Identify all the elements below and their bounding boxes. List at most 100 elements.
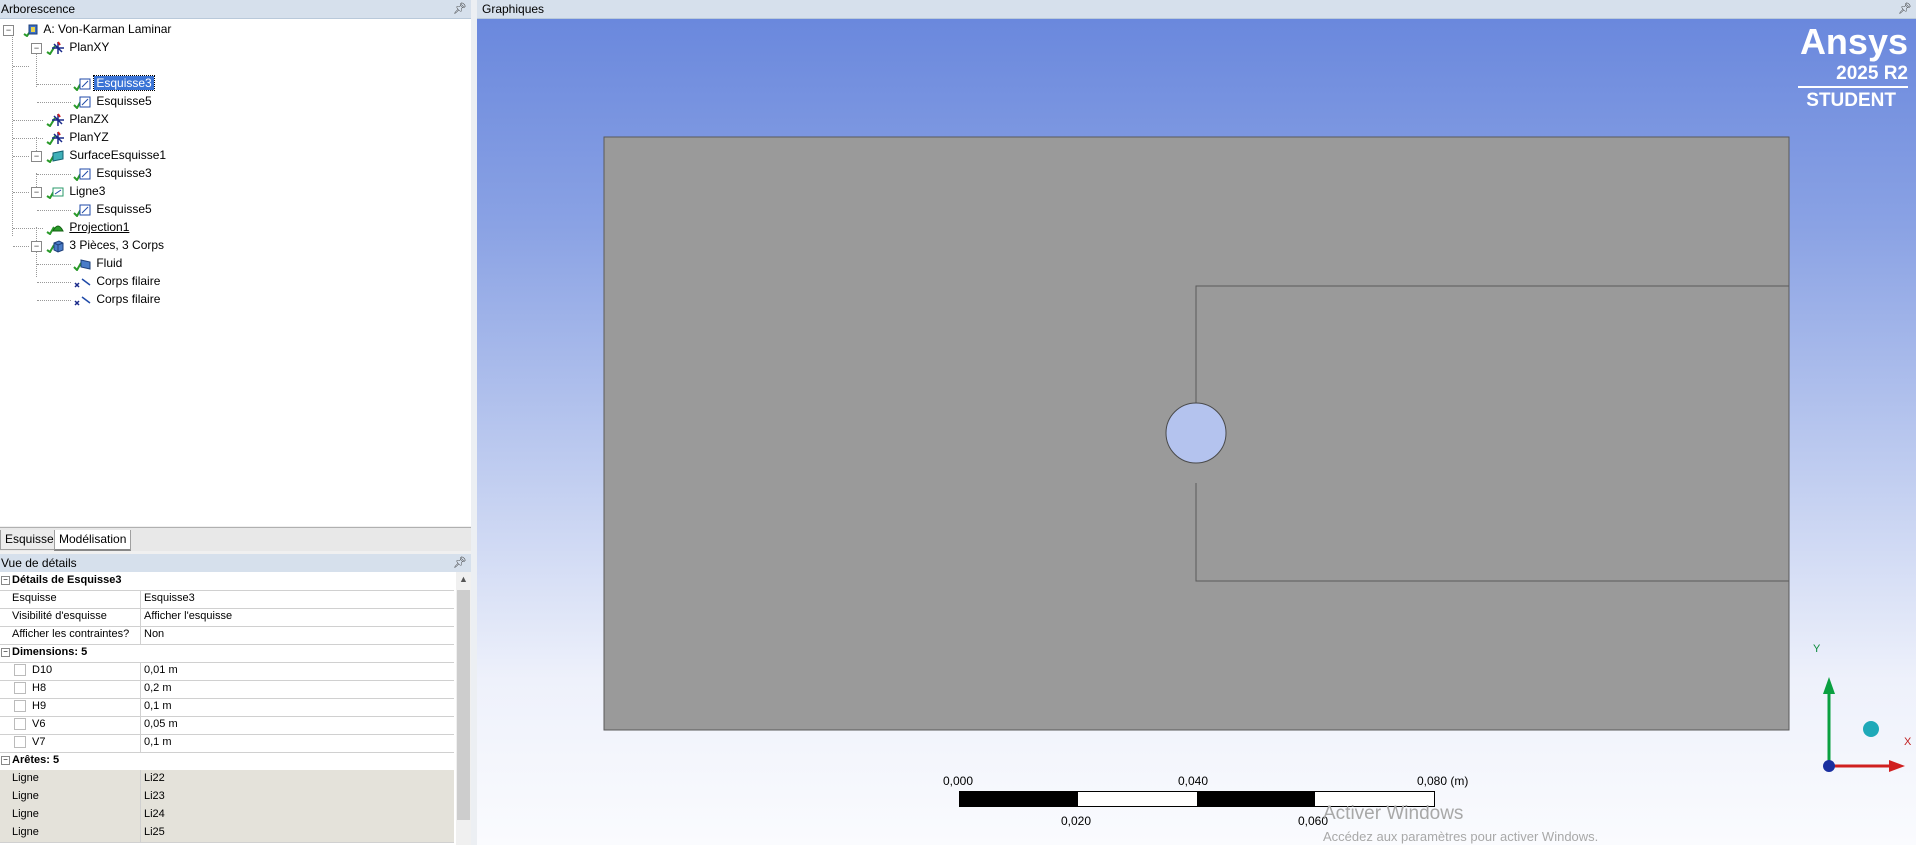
details-group[interactable]: − Arêtes: 5	[0, 752, 454, 771]
sketch-icon	[73, 168, 91, 181]
tree-label: Corps filaire	[96, 292, 161, 306]
tree-label: 3 Pièces, 3 Corps	[69, 238, 165, 252]
sketch-icon	[73, 204, 91, 217]
scale-label: 0,040	[1178, 774, 1209, 788]
tree-item-planxy[interactable]: PlanXY	[46, 38, 111, 56]
tree-label: Esquisse5	[96, 202, 152, 216]
collapse-icon[interactable]: −	[1, 648, 10, 657]
property-name: H9	[12, 698, 141, 716]
tree-expander[interactable]: −	[31, 241, 42, 252]
dimension-name: H9	[32, 700, 47, 712]
tab-label: Esquisse	[5, 532, 54, 546]
plane-icon	[46, 41, 64, 55]
tree-label: Projection1	[69, 220, 130, 234]
details-row[interactable]: H9 0,1 m	[0, 698, 454, 717]
parameter-checkbox[interactable]	[14, 664, 26, 677]
solid-body-icon	[73, 259, 91, 271]
property-name: V7	[12, 734, 141, 752]
tree-label: SurfaceEsquisse1	[69, 148, 167, 162]
parts-icon	[46, 240, 64, 253]
graphics-panel-title-text: Graphiques	[482, 2, 545, 16]
tree-item-ligne3[interactable]: Ligne3	[46, 182, 107, 200]
details-row[interactable]: Ligne Li24	[0, 806, 454, 825]
details-row[interactable]: V6 0,05 m	[0, 716, 454, 735]
property-value[interactable]: 0,1 m	[144, 734, 172, 751]
pin-icon[interactable]: 📌︎	[453, 0, 467, 18]
property-name: Visibilité d'esquisse	[12, 608, 141, 626]
plane-icon	[46, 131, 64, 145]
tree-item-esquisse3-b[interactable]: Esquisse3	[73, 164, 154, 182]
details-row[interactable]: Ligne Li25	[0, 824, 454, 843]
tab-esquisse[interactable]: Esquisse	[0, 530, 59, 550]
details-scrollbar[interactable]: ▲	[456, 572, 471, 845]
tree-item-wire-body-2[interactable]: Corps filaire	[73, 290, 162, 308]
tree-item-esquisse3[interactable]: Esquisse3	[73, 74, 155, 92]
tab-modelisation[interactable]: Modélisation	[54, 530, 132, 551]
property-value: Non	[144, 628, 165, 640]
tree-item-parts[interactable]: 3 Pièces, 3 Corps	[46, 236, 166, 254]
scale-label: 0,000	[943, 774, 974, 788]
collapse-icon[interactable]: −	[1, 756, 10, 765]
parameter-checkbox[interactable]	[14, 736, 26, 749]
property-value[interactable]: 0,1 m	[144, 698, 172, 715]
tree-item-planyz[interactable]: PlanYZ	[46, 128, 111, 146]
dimension-name: H8	[32, 682, 47, 694]
property-value: Li24	[144, 808, 165, 820]
tree-item-fluid[interactable]: Fluid	[73, 254, 124, 272]
property-name: Ligne	[12, 788, 141, 806]
details-row[interactable]: Esquisse Esquisse3	[0, 590, 454, 609]
property-value[interactable]: 0,2 m	[144, 680, 172, 697]
property-value[interactable]: 0,05 m	[144, 716, 178, 733]
parameter-checkbox[interactable]	[14, 718, 26, 731]
collapse-icon[interactable]: −	[1, 576, 10, 585]
details-panel-title-text: Vue de détails	[1, 556, 77, 570]
details-row[interactable]: D10 0,01 m	[0, 662, 454, 681]
property-value: Li22	[144, 772, 165, 784]
details-row[interactable]: Ligne Li22	[0, 770, 454, 789]
tree-item-esquisse5-b[interactable]: Esquisse5	[73, 200, 154, 218]
details-panel-title: Vue de détails 📌︎	[0, 554, 471, 573]
details-group[interactable]: − Détails de Esquisse3	[0, 572, 454, 591]
details-row[interactable]: V7 0,1 m	[0, 734, 454, 753]
pin-icon[interactable]: 📌︎	[1898, 0, 1912, 18]
tree-item-planzx[interactable]: PlanZX	[46, 110, 111, 128]
parameter-checkbox[interactable]	[14, 700, 26, 713]
details-row[interactable]: Ligne Li23	[0, 788, 454, 807]
parameter-checkbox[interactable]	[14, 682, 26, 695]
tree-label: PlanYZ	[69, 130, 109, 144]
tree-item-project[interactable]: A: Von-Karman Laminar	[20, 20, 173, 38]
tree-outline: − A: Von-Karman Laminar − PlanXY Esquiss…	[0, 19, 471, 526]
group-title: Dimensions: 5	[12, 646, 88, 658]
tree-expander[interactable]: −	[31, 187, 42, 198]
details-grid: − Détails de Esquisse3 Esquisse Esquisse…	[0, 572, 471, 845]
mode-tabs: Esquisse Modélisation	[0, 527, 471, 551]
details-group[interactable]: − Dimensions: 5	[0, 644, 454, 663]
scale-label: 0,020	[1061, 814, 1092, 828]
tree-expander[interactable]: −	[3, 25, 14, 36]
tree-expander[interactable]: −	[31, 151, 42, 162]
property-name: Ligne	[12, 806, 141, 824]
tree-panel-title: Arborescence 📌︎	[0, 0, 471, 19]
details-row[interactable]: H8 0,2 m	[0, 680, 454, 699]
graphics-viewport[interactable]: Ansys 2025 R2 STUDENT 0,000 0,040 0,080 …	[477, 19, 1916, 845]
details-row[interactable]: Visibilité d'esquisse Afficher l'esquiss…	[0, 608, 454, 627]
tree-item-projection1[interactable]: Projection1	[46, 218, 131, 236]
details-row[interactable]: Afficher les contraintes? Non	[0, 626, 454, 645]
geometry-canvas	[603, 136, 1790, 731]
graphics-panel-title: Graphiques 📌︎	[477, 0, 1916, 19]
cylinder-hole[interactable]	[1165, 402, 1227, 464]
axis-triad[interactable]	[1797, 639, 1916, 779]
scroll-up-icon[interactable]: ▲	[459, 574, 468, 584]
tree-expander[interactable]: −	[31, 43, 42, 54]
property-value[interactable]: 0,01 m	[144, 662, 178, 679]
scrollbar-thumb[interactable]	[457, 590, 470, 820]
tree-item-wire-body-1[interactable]: Corps filaire	[73, 272, 162, 290]
axis-label-y: Y	[1813, 643, 1821, 655]
group-title: Détails de Esquisse3	[12, 574, 122, 586]
property-name: Ligne	[12, 824, 141, 842]
tree-item-surfaceesquisse1[interactable]: SurfaceEsquisse1	[46, 146, 168, 164]
tree-label: A: Von-Karman Laminar	[43, 22, 172, 36]
tree-item-esquisse5[interactable]: Esquisse5	[73, 92, 154, 110]
dimension-name: D10	[32, 664, 53, 676]
pin-icon[interactable]: 📌︎	[453, 554, 467, 572]
